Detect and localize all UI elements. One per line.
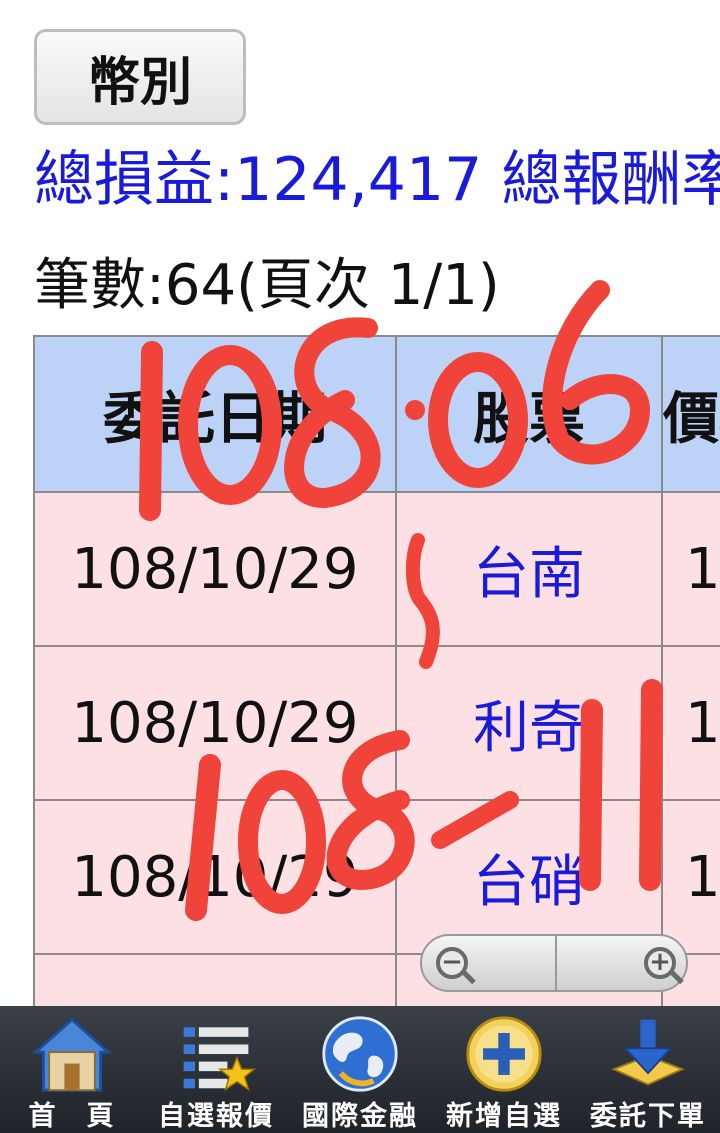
home-icon	[32, 1017, 112, 1092]
table-row: 108/10/29 台硝 1	[33, 799, 720, 955]
nav-place-order-label: 委託下單	[590, 1101, 706, 1132]
globe-icon	[322, 1016, 398, 1092]
order-download-icon	[611, 1019, 685, 1086]
price-cell: 1	[661, 799, 720, 955]
nav-place-order[interactable]: 委託下單	[576, 1006, 720, 1133]
order-date: 108/10/29	[33, 799, 397, 955]
watchlist-icon	[183, 1027, 257, 1091]
zoom-control: − +	[420, 934, 688, 992]
nav-add-watchlist-label: 新增自選	[446, 1101, 562, 1132]
table-row: 108/10/29 台南 1	[33, 491, 720, 647]
zoom-in-icon: +	[644, 947, 676, 979]
nav-watchlist[interactable]: 自選報價	[144, 1006, 288, 1133]
nav-add-watchlist[interactable]: 新增自選	[432, 1006, 576, 1133]
stock-link[interactable]: 利奇	[395, 645, 663, 801]
currency-button[interactable]: 幣別	[34, 29, 246, 125]
price-cell: 1	[661, 645, 720, 801]
column-header-stock[interactable]: 股票	[395, 335, 663, 493]
order-date: 108/10/29	[33, 491, 397, 647]
nav-home-label: 首 頁	[28, 1101, 116, 1132]
zoom-out-icon: −	[436, 947, 468, 979]
price-cell: 1	[661, 491, 720, 647]
bottom-nav-bar: 首 頁 自選報價 國際金融 新增自選 委託下單	[0, 1006, 720, 1133]
nav-watchlist-label: 自選報價	[158, 1101, 274, 1132]
table-row: 108/10/29 利奇 1	[33, 645, 720, 801]
order-table: 委託日期 股票 價格 108/10/29 台南 1 108/10/29 利奇 1…	[33, 335, 720, 1109]
column-header-date[interactable]: 委託日期	[33, 335, 397, 493]
nav-global-finance-label: 國際金融	[302, 1101, 418, 1132]
column-header-price[interactable]: 價格	[661, 335, 720, 493]
total-profit-summary: 總損益:124,417 總報酬率	[34, 145, 720, 215]
zoom-in-button[interactable]: +	[557, 936, 686, 990]
nav-global-finance[interactable]: 國際金融	[288, 1006, 432, 1133]
stock-link[interactable]: 台南	[395, 491, 663, 647]
zoom-out-button[interactable]: −	[422, 936, 557, 990]
order-date: 108/10/29	[33, 645, 397, 801]
nav-home[interactable]: 首 頁	[0, 1006, 144, 1133]
stock-link[interactable]: 台硝	[395, 799, 663, 955]
record-count: 筆數:64(頁次 1/1)	[34, 253, 500, 318]
add-icon	[466, 1016, 542, 1092]
